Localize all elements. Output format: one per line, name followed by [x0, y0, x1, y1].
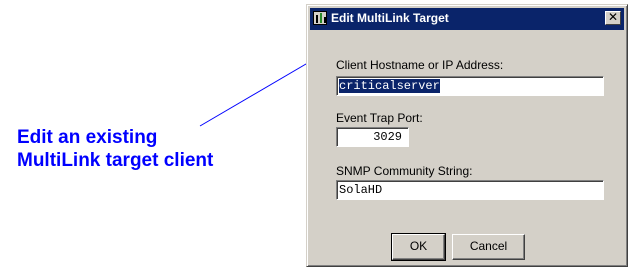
hostname-value: criticalserver [339, 79, 440, 93]
close-button[interactable]: ✕ [605, 11, 621, 25]
trap-port-value: 3029 [373, 130, 402, 144]
trap-port-input[interactable]: 3029 [336, 127, 409, 147]
snmp-community-value: SolaHD [339, 183, 383, 197]
edit-multilink-target-dialog: Edit MultiLink Target ✕ Client Hostname … [306, 4, 628, 267]
app-icon [313, 11, 327, 25]
title-bar[interactable]: Edit MultiLink Target ✕ [310, 8, 624, 30]
snmp-community-label: SNMP Community String: [336, 164, 473, 178]
snmp-community-input[interactable]: SolaHD [336, 180, 604, 200]
close-icon: ✕ [607, 10, 619, 24]
hostname-label: Client Hostname or IP Address: [336, 58, 504, 72]
cancel-button[interactable]: Cancel [452, 234, 525, 260]
dialog-title: Edit MultiLink Target [331, 11, 449, 25]
ok-button[interactable]: OK [391, 233, 446, 261]
trap-port-label: Event Trap Port: [336, 111, 423, 125]
hostname-input[interactable]: criticalserver [336, 76, 604, 96]
